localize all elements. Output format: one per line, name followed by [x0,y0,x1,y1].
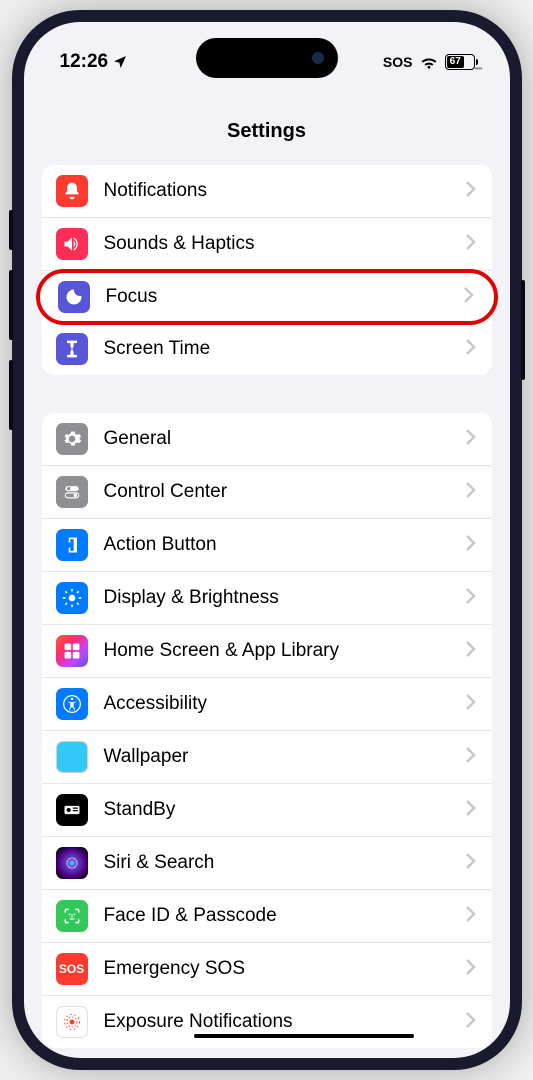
chevron-right-icon [466,429,476,450]
accessibility-icon [56,688,88,720]
volume-button [9,360,13,430]
control-center-icon [56,476,88,508]
row-label: Home Screen & App Library [104,640,466,662]
row-label: Control Center [104,481,466,503]
dynamic-island [196,38,338,78]
chevron-right-icon [466,641,476,662]
chevron-right-icon [466,800,476,821]
row-label: Exposure Notifications [104,1011,466,1033]
settings-row-general[interactable]: General [42,413,492,466]
settings-row-sounds[interactable]: Sounds & Haptics [42,218,492,271]
status-time: 12:26 [60,51,109,73]
settings-row-face-id[interactable]: Face ID & Passcode [42,890,492,943]
chevron-right-icon [464,287,474,308]
settings-row-notifications[interactable]: Notifications [42,165,492,218]
settings-row-siri[interactable]: Siri & Search [42,837,492,890]
row-label: Display & Brightness [104,587,466,609]
standby-icon [56,794,88,826]
settings-row-exposure[interactable]: Exposure Notifications [42,996,492,1048]
focus-icon [58,281,90,313]
settings-row-home-screen[interactable]: Home Screen & App Library [42,625,492,678]
general-icon [56,423,88,455]
location-icon [112,54,128,70]
chevron-right-icon [466,853,476,874]
row-label: Face ID & Passcode [104,905,466,927]
settings-row-control-center[interactable]: Control Center [42,466,492,519]
chevron-right-icon [466,959,476,980]
row-label: General [104,428,466,450]
home-screen-icon [56,635,88,667]
row-label: Screen Time [104,338,466,360]
action-button-icon [56,529,88,561]
wifi-icon [420,55,438,69]
settings-group-1: Notifications Sounds & Haptics Focus [42,165,492,375]
settings-row-emergency-sos[interactable]: SOS Emergency SOS [42,943,492,996]
screen: 12:26 SOS 67 •••• Settings Noti [24,22,510,1058]
exposure-icon [56,1006,88,1038]
chevron-right-icon [466,482,476,503]
settings-row-action-button[interactable]: Action Button [42,519,492,572]
row-label: StandBy [104,799,466,821]
chevron-right-icon [466,181,476,202]
page-title: Settings [24,102,510,165]
content-area: Settings Notifications Sounds & Haptics [24,22,510,1058]
notifications-icon [56,175,88,207]
settings-group-2: General Control Center Action Button [42,413,492,1048]
row-label: Action Button [104,534,466,556]
row-label: Focus [106,286,464,308]
chevron-right-icon [466,1012,476,1033]
settings-row-screen-time[interactable]: Screen Time [42,323,492,375]
chevron-right-icon [466,535,476,556]
settings-row-accessibility[interactable]: Accessibility [42,678,492,731]
face-id-icon [56,900,88,932]
row-label: Siri & Search [104,852,466,874]
sos-indicator: SOS [383,54,413,70]
home-indicator-overlay [194,1034,414,1038]
settings-row-standby[interactable]: StandBy [42,784,492,837]
chevron-right-icon [466,694,476,715]
display-icon [56,582,88,614]
siri-icon [56,847,88,879]
phone-frame: 12:26 SOS 67 •••• Settings Noti [12,10,522,1070]
settings-row-wallpaper[interactable]: Wallpaper [42,731,492,784]
row-label: Wallpaper [104,746,466,768]
settings-row-focus[interactable]: Focus [36,269,498,325]
row-label: Emergency SOS [104,958,466,980]
chevron-right-icon [466,747,476,768]
sounds-icon [56,228,88,260]
row-label: Accessibility [104,693,466,715]
battery-indicator: 67 [445,54,478,70]
chevron-right-icon [466,339,476,360]
chevron-right-icon [466,234,476,255]
chevron-right-icon [466,906,476,927]
power-button [521,280,525,380]
wallpaper-icon [56,741,88,773]
row-label: Notifications [104,180,466,202]
row-label: Sounds & Haptics [104,233,466,255]
settings-row-display[interactable]: Display & Brightness [42,572,492,625]
screen-time-icon [56,333,88,365]
chevron-right-icon [466,588,476,609]
emergency-sos-icon: SOS [56,953,88,985]
